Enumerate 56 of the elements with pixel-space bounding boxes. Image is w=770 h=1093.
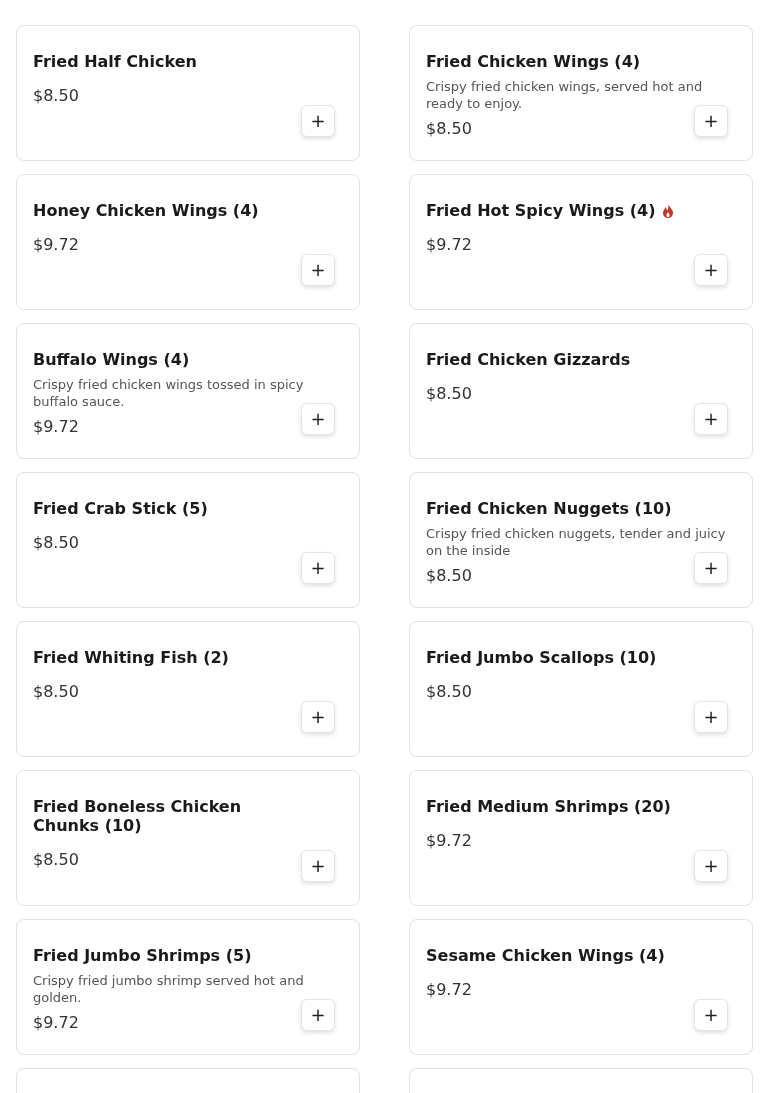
menu-item-card[interactable]: Fried Jumbo Shrimps (5) Crispy fried jumbo shrimp served hot and golden. $9.72 + <box>16 919 360 1055</box>
menu-item-card[interactable]: Buffalo Wings (4) Crispy fried chicken wings tossed in spicy buffalo sauce. $9.72 + <box>16 323 360 459</box>
item-price: $9.72 <box>33 417 80 436</box>
add-button[interactable]: + <box>301 403 335 435</box>
item-price: $9.72 <box>33 1013 80 1032</box>
item-price: $8.50 <box>426 384 473 403</box>
menu-item-card[interactable]: Fried Crab Stick (5) $8.50 + <box>16 472 360 608</box>
item-price: $9.72 <box>426 831 473 850</box>
item-price: $9.72 <box>426 980 473 999</box>
item-name: Fried Jumbo Shrimps (5) <box>33 946 252 965</box>
add-button[interactable]: + <box>694 403 728 435</box>
add-button[interactable]: + <box>301 105 335 137</box>
add-button[interactable]: + <box>694 105 728 137</box>
add-button[interactable]: + <box>301 701 335 733</box>
item-price: $9.72 <box>426 235 473 254</box>
item-name: Fried Medium Shrimps (20) <box>426 797 671 816</box>
item-name: Fried Chicken Wings (4) <box>426 52 641 71</box>
add-button[interactable]: + <box>301 254 335 286</box>
add-button[interactable]: + <box>694 701 728 733</box>
item-name: Sesame Chicken Wings (4) <box>426 946 665 965</box>
item-price: $8.50 <box>426 566 473 585</box>
item-price: $9.72 <box>33 235 80 254</box>
add-button[interactable]: + <box>694 850 728 882</box>
menu-item-card[interactable]: Fried Chicken Nuggets (10) Crispy fried chicken nuggets, tender and juicy on the inside $8.50 + <box>409 472 753 608</box>
item-name: Honey Chicken Wings (4) <box>33 201 259 220</box>
menu-item-card[interactable]: Fried Hot Spicy Wings (4) $9.72 + <box>409 174 753 310</box>
item-price: $8.50 <box>426 119 473 138</box>
item-name: Fried Half Chicken <box>33 52 197 71</box>
item-name: Fried Jumbo Scallops (10) <box>426 648 657 667</box>
menu-item-card[interactable]: Fried Medium Shrimps (20) $9.72 + <box>409 770 753 906</box>
add-button[interactable]: + <box>301 999 335 1031</box>
item-name: Buffalo Wings (4) <box>33 350 190 369</box>
item-name: Fried Boneless Chicken Chunks (10) <box>33 797 243 835</box>
add-button[interactable]: + <box>301 552 335 584</box>
menu-item-card[interactable]: Honey Chicken Wings (4) $9.72 + <box>16 174 360 310</box>
menu-item-card[interactable]: Fried Jumbo Scallops (10) $8.50 + <box>409 621 753 757</box>
item-price: $8.50 <box>33 86 80 105</box>
add-button[interactable]: + <box>694 552 728 584</box>
item-name: Fried Chicken Nuggets (10) <box>426 499 672 518</box>
menu-item-card[interactable]: Fried Boneless Chicken Chunks (10) $8.50 + <box>16 770 360 906</box>
item-name: Fried Chicken Gizzards <box>426 350 631 369</box>
item-name: Fried Hot Spicy Wings (4) <box>426 201 656 220</box>
menu-item-card[interactable]: Fried Chicken Gizzards $8.50 + <box>409 323 753 459</box>
item-name: Fried Crab Stick (5) <box>33 499 208 518</box>
menu-item-card[interactable]: Fried Half Chicken $8.50 + <box>16 25 360 161</box>
item-price: $8.50 <box>33 533 80 552</box>
menu-item-card[interactable]: Fried Whiting Fish (2) $8.50 + <box>16 621 360 757</box>
add-button[interactable]: + <box>694 254 728 286</box>
item-price: $8.50 <box>33 850 80 869</box>
item-name: Fried Whiting Fish (2) <box>33 648 229 667</box>
add-button[interactable]: + <box>694 999 728 1031</box>
add-button[interactable]: + <box>301 850 335 882</box>
menu-item-card[interactable]: Sesame Chicken Wings (4) $9.72 + <box>409 919 753 1055</box>
item-price: $8.50 <box>426 682 473 701</box>
item-price: $8.50 <box>33 682 80 701</box>
menu-item-card[interactable]: Fried Chicken Wings (4) Crispy fried chicken wings, served hot and ready to enjoy. $8.50 + <box>409 25 753 161</box>
